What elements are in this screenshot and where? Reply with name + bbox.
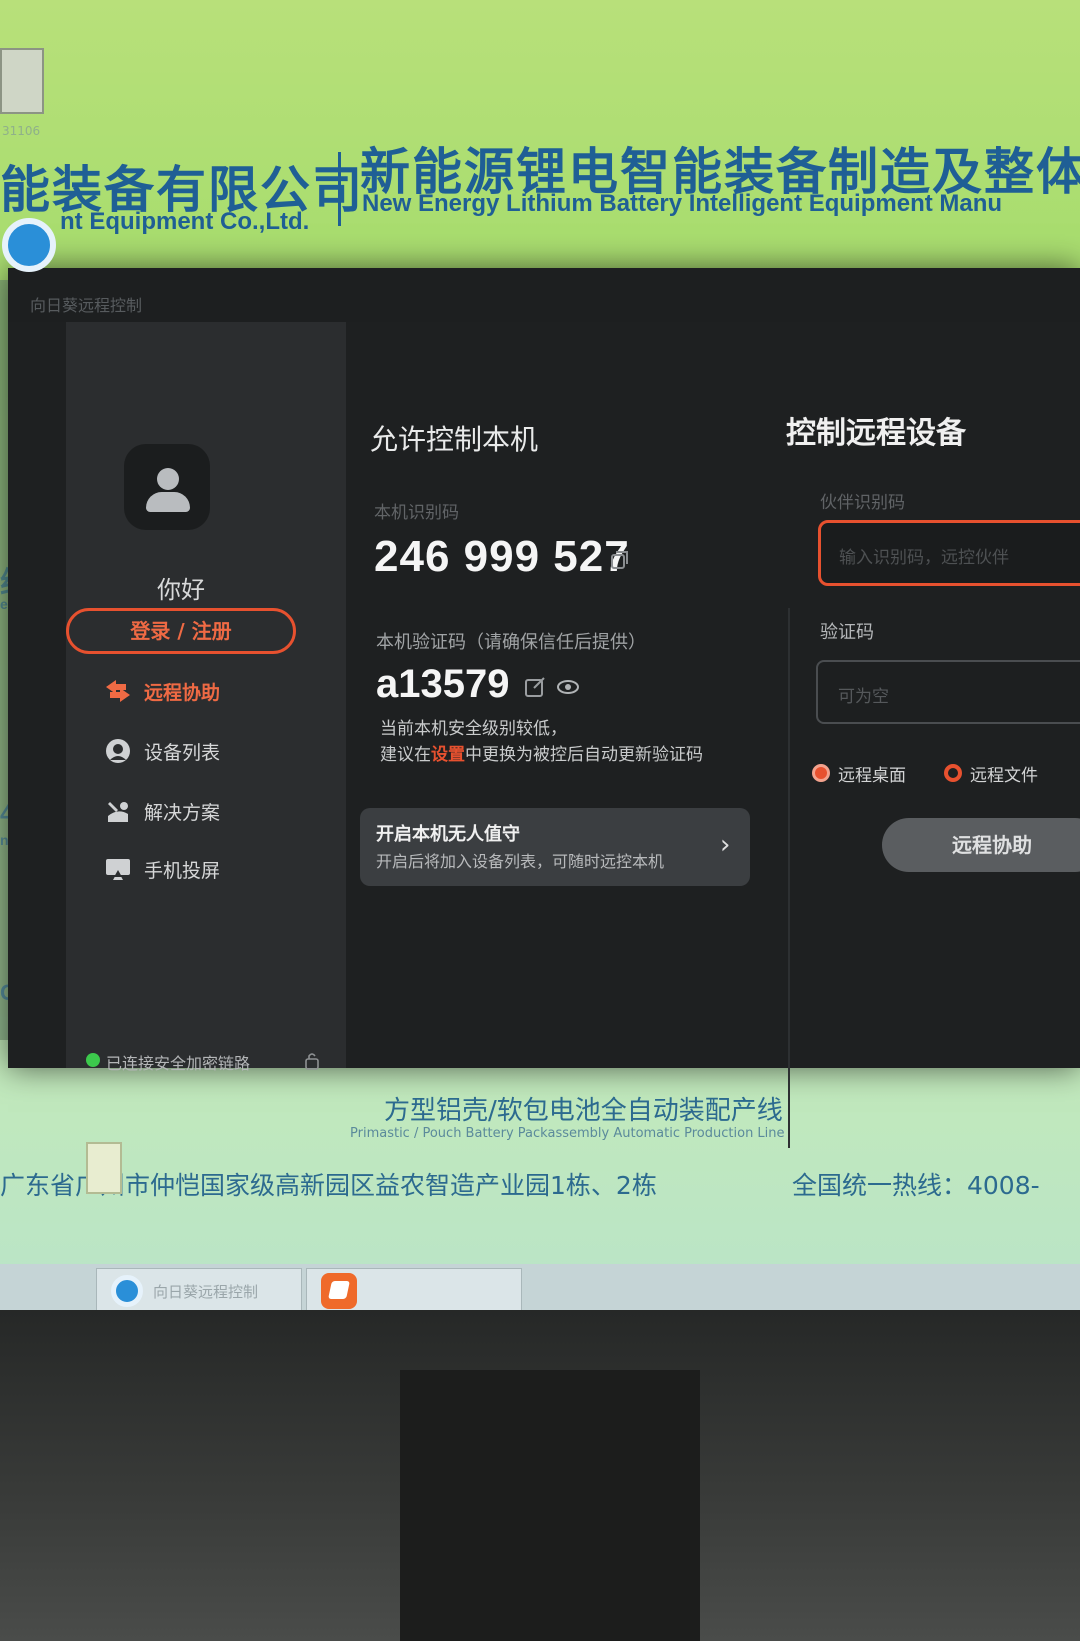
lock-icon[interactable] (304, 1050, 320, 1070)
avatar[interactable] (124, 444, 210, 530)
unattended-title: 开启本机无人值守 (376, 824, 520, 845)
remote-code-placeholder: 可为空 (838, 687, 889, 707)
partner-id-input[interactable]: 输入识别码，远控伙伴 (818, 520, 1080, 586)
company-name-en: nt Equipment Co.,Ltd. (60, 208, 310, 235)
sidebar-item-device-list[interactable]: 设备列表 (104, 734, 304, 768)
monitor-screen: 31106 能装备有限公司 nt Equipment Co.,Ltd. 新能源锂… (0, 0, 1080, 1310)
security-warning-line1: 当前本机安全级别较低， (380, 719, 567, 739)
local-id-value[interactable]: 246 999 527 (374, 532, 630, 582)
desktop-folder-icon[interactable] (86, 1142, 122, 1194)
device-list-icon (106, 739, 130, 763)
radio-selected-icon (812, 764, 830, 782)
chevron-right-icon: › (720, 830, 731, 860)
control-remote-title: 控制远程设备 (786, 416, 966, 451)
taskbar: 向日葵远程控制 (0, 1264, 1080, 1310)
local-id-label: 本机识别码 (374, 503, 459, 523)
taskbar-app-label: 向日葵远程控制 (153, 1283, 259, 1301)
sunlogin-app-icon (111, 1275, 143, 1307)
remote-assist-icon (106, 680, 130, 702)
unattended-toggle-card[interactable]: 开启本机无人值守 开启后将加入设备列表，可随时远控本机 › (360, 808, 750, 886)
edit-icon[interactable] (524, 676, 546, 698)
sidebar-item-label: 手机投屏 (144, 860, 221, 882)
copy-icon[interactable] (608, 548, 632, 572)
taskbar-app-sunlogin[interactable]: 向日葵远程控制 (96, 1268, 302, 1310)
app-glyph-icon (328, 1281, 350, 1299)
radio-label: 远程文件 (970, 766, 1038, 786)
desktop-file-label: 31106 (2, 124, 41, 138)
radio-remote-desktop[interactable]: 远程桌面 (812, 760, 922, 788)
solution-icon (108, 802, 128, 822)
login-register-button[interactable]: 登录 / 注册 (66, 608, 296, 654)
status-indicator-dot (86, 1053, 100, 1067)
sunlogin-logo-icon (2, 218, 56, 272)
remote-assist-button[interactable]: 远程协助 (882, 818, 1080, 872)
unattended-subtitle: 开启后将加入设备列表，可随时远控本机 (376, 852, 665, 871)
allow-control-panel: 允许控制本机 本机识别码 246 999 527 本机验证码（请确保信任后提供）… (346, 322, 766, 1068)
status-text: 已连接安全加密链路 (106, 1054, 251, 1073)
slogan-en: New Energy Lithium Battery Intelligent E… (362, 190, 1003, 217)
verification-code-label: 本机验证码（请确保信任后提供） (376, 632, 646, 653)
radio-unselected-icon (944, 764, 962, 782)
sidebar: 你好 登录 / 注册 远程协助 设备列表 解决方案 手机投屏 已连接安全加密链路 (66, 322, 346, 1073)
sidebar-item-phone-cast[interactable]: 手机投屏 (104, 852, 304, 886)
production-line-subtitle: Primastic / Pouch Battery Packassembly A… (350, 1126, 785, 1141)
desktop-file-icon[interactable] (0, 48, 44, 114)
security-warning-line2: 建议在设置中更换为被控后自动更新验证码 (380, 740, 703, 765)
partner-id-placeholder: 输入识别码，远控伙伴 (839, 548, 1009, 568)
company-hotline: 全国统一热线：4008- (792, 1171, 1040, 1200)
verification-code-value[interactable]: a13579 (376, 662, 509, 707)
orange-app-icon (321, 1273, 357, 1309)
warning-text: 建议在 (380, 745, 431, 765)
wallpaper-banner: 31106 能装备有限公司 nt Equipment Co.,Ltd. 新能源锂… (0, 0, 1080, 240)
panel-divider (788, 608, 790, 1148)
greeting-text: 你好 (157, 576, 205, 604)
remote-code-label: 验证码 (820, 622, 874, 643)
banner-divider (338, 152, 341, 226)
warning-text: 中更换为被控后自动更新验证码 (465, 745, 703, 765)
sidebar-item-solutions[interactable]: 解决方案 (104, 794, 304, 828)
window-title: 向日葵远程控制 (30, 296, 143, 315)
phone-cast-icon (106, 859, 130, 880)
partner-id-label: 伙伴识别码 (820, 493, 905, 513)
user-body-icon (146, 492, 190, 512)
sidebar-item-label: 解决方案 (144, 802, 221, 824)
eye-icon[interactable] (556, 678, 580, 696)
user-head-icon (157, 468, 179, 490)
monitor-stand (400, 1370, 700, 1641)
allow-control-title: 允许控制本机 (370, 423, 539, 456)
sidebar-item-label: 设备列表 (144, 742, 221, 764)
taskbar-app-todesk[interactable] (306, 1268, 522, 1310)
production-line-title: 方型铝壳/软包电池全自动装配产线 (384, 1096, 783, 1126)
sidebar-item-label: 远程协助 (144, 682, 221, 704)
title-bar[interactable]: 向日葵远程控制 (8, 268, 1080, 322)
radio-remote-file[interactable]: 远程文件 (944, 760, 1054, 788)
radio-label: 远程桌面 (838, 766, 906, 786)
remote-code-input[interactable]: 可为空 (816, 660, 1080, 724)
connection-status: 已连接安全加密链路 (86, 1048, 326, 1073)
settings-link[interactable]: 设置 (431, 745, 465, 765)
sidebar-item-remote-assist[interactable]: 远程协助 (104, 674, 304, 708)
